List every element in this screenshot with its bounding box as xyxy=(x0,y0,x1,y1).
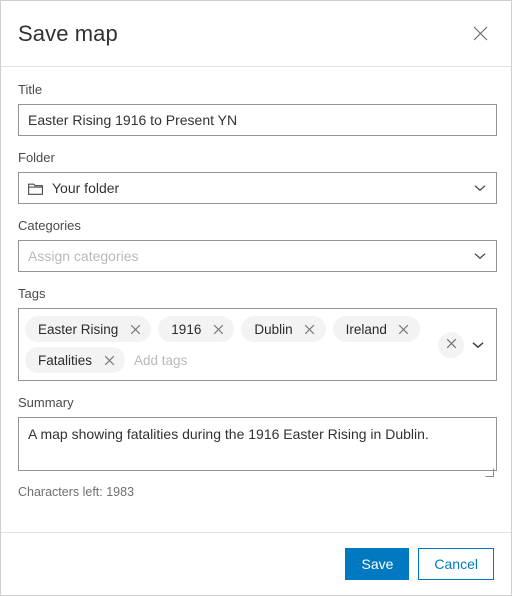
dialog-body: Title Folder Your folder xyxy=(1,67,511,532)
summary-label: Summary xyxy=(18,395,74,410)
tags-combobox[interactable]: Easter Rising 1916 Dublin Ireland Fatali… xyxy=(18,308,497,381)
dialog-header: Save map xyxy=(1,1,511,67)
folder-value: Your folder xyxy=(52,180,120,196)
page-title: Save map xyxy=(18,20,118,46)
title-input[interactable] xyxy=(18,104,497,136)
tag-chip[interactable]: 1916 xyxy=(158,316,235,342)
close-icon[interactable] xyxy=(211,322,225,336)
chevron-down-icon xyxy=(472,184,488,192)
categories-select[interactable]: Assign categories xyxy=(18,240,497,272)
tag-chip[interactable]: Fatalities xyxy=(25,347,126,373)
save-map-dialog: Save map Title Folder xyxy=(0,0,512,596)
dialog-footer: Save Cancel xyxy=(1,532,511,595)
folder-icon xyxy=(28,182,43,195)
categories-field-group: Categories Assign categories xyxy=(18,218,497,272)
close-icon[interactable] xyxy=(102,353,116,367)
categories-placeholder: Assign categories xyxy=(28,248,139,264)
title-field-group: Title xyxy=(18,82,497,136)
tags-input[interactable] xyxy=(132,348,434,372)
save-button[interactable]: Save xyxy=(345,548,410,580)
title-label: Title xyxy=(18,82,43,97)
chevron-down-icon xyxy=(472,252,488,260)
clear-tags-button[interactable] xyxy=(438,331,464,358)
tags-field-group: Tags Easter Rising 1916 Dublin Ireland F… xyxy=(18,286,497,381)
close-icon[interactable] xyxy=(128,322,142,336)
close-icon xyxy=(472,25,489,42)
summary-wrapper xyxy=(18,417,497,477)
tag-chip[interactable]: Dublin xyxy=(241,316,326,342)
close-icon[interactable] xyxy=(397,322,411,336)
close-icon xyxy=(446,337,457,352)
tags-chip-area: Easter Rising 1916 Dublin Ireland Fatali… xyxy=(25,314,434,375)
tag-chip[interactable]: Ireland xyxy=(332,316,420,342)
categories-label: Categories xyxy=(18,218,81,233)
summary-textarea[interactable] xyxy=(18,417,497,471)
tags-label: Tags xyxy=(18,286,46,301)
folder-field-group: Folder Your folder xyxy=(18,150,497,204)
tag-chip-label: 1916 xyxy=(171,321,202,337)
tag-chip-label: Ireland xyxy=(345,321,387,337)
tag-chip-label: Fatalities xyxy=(38,352,93,368)
tags-dropdown-toggle[interactable] xyxy=(464,332,492,358)
close-icon[interactable] xyxy=(303,322,317,336)
close-button[interactable] xyxy=(465,19,495,49)
folder-select[interactable]: Your folder xyxy=(18,172,497,204)
tag-chip-label: Dublin xyxy=(254,321,293,337)
chevron-down-icon xyxy=(472,336,484,354)
folder-label: Folder xyxy=(18,150,55,165)
summary-field-group: Summary Characters left: 1983 xyxy=(18,395,497,499)
tags-actions xyxy=(434,331,492,358)
characters-left-text: Characters left: 1983 xyxy=(18,485,135,499)
cancel-button[interactable]: Cancel xyxy=(418,548,494,580)
tag-chip-label: Easter Rising xyxy=(38,321,119,337)
tag-chip[interactable]: Easter Rising xyxy=(25,316,152,342)
